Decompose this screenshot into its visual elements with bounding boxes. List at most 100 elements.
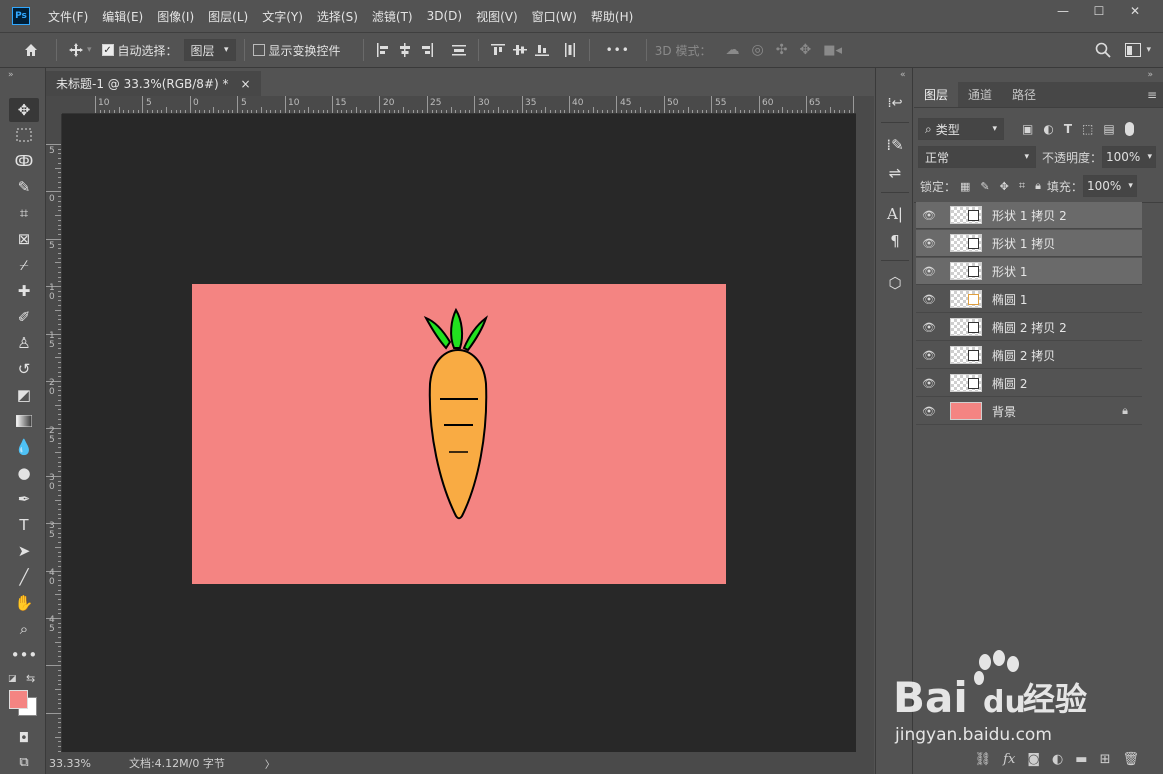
- eye-icon[interactable]: 👁︎: [916, 237, 942, 250]
- minimize-button[interactable]: —: [1045, 2, 1081, 20]
- history-brush-tool[interactable]: ↺: [9, 357, 39, 381]
- vertical-scrollbar[interactable]: [856, 96, 874, 752]
- align-right-icon[interactable]: [416, 39, 438, 61]
- align-middle-v-icon[interactable]: [509, 39, 531, 61]
- paragraph-panel-icon[interactable]: ¶: [884, 230, 906, 252]
- layer-row[interactable]: 👁︎ 椭圆 2: [916, 370, 1142, 397]
- eye-icon[interactable]: 👁︎: [916, 265, 942, 278]
- new-adjustment-icon[interactable]: ◐: [1052, 752, 1063, 767]
- eyedropper-tool[interactable]: ⌿: [9, 253, 39, 277]
- 3d-slide-icon[interactable]: ✥: [799, 42, 811, 58]
- clone-stamp-tool[interactable]: ♙: [9, 331, 39, 355]
- type-filter-icon[interactable]: T: [1064, 122, 1072, 136]
- quick-mask-icon[interactable]: ◘: [9, 726, 39, 750]
- distribute-v-icon[interactable]: [559, 39, 581, 61]
- menu-filter[interactable]: 滤镜(T): [372, 8, 413, 25]
- panel-menu-icon[interactable]: ≡: [1147, 88, 1157, 102]
- filter-toggle[interactable]: [1124, 122, 1134, 136]
- tab-channels[interactable]: 通道: [958, 82, 1003, 107]
- chevron-down-icon[interactable]: ▾: [87, 45, 92, 55]
- menu-edit[interactable]: 编辑(E): [102, 8, 143, 25]
- shape-filter-icon[interactable]: ⬚: [1082, 122, 1093, 136]
- lock-transparency-icon[interactable]: ▦: [960, 180, 970, 193]
- blur-tool[interactable]: 💧: [9, 435, 39, 459]
- layer-row[interactable]: 👁︎ 背景 🔒︎: [916, 398, 1142, 425]
- lock-position-icon[interactable]: ✥: [1000, 180, 1009, 193]
- character-panel-icon[interactable]: A|: [884, 203, 906, 225]
- align-left-icon[interactable]: [372, 39, 394, 61]
- quick-select-tool[interactable]: ✎: [9, 175, 39, 199]
- 3d-pan-icon[interactable]: ✣: [776, 42, 788, 58]
- marquee-tool[interactable]: [9, 123, 39, 147]
- zoom-level[interactable]: 33.33%: [49, 757, 91, 770]
- lock-icon[interactable]: 🔒︎: [1122, 404, 1128, 418]
- menu-image[interactable]: 图像(I): [157, 8, 194, 25]
- tab-layers[interactable]: 图层: [914, 82, 959, 107]
- swap-colors-icon[interactable]: ⇆: [26, 672, 35, 685]
- history-panel-icon[interactable]: ⁞↩: [884, 92, 906, 114]
- status-arrow-icon[interactable]: 〉: [265, 756, 275, 771]
- add-mask-icon[interactable]: ◙: [1027, 752, 1040, 767]
- menu-help[interactable]: 帮助(H): [591, 8, 633, 25]
- layer-row[interactable]: 👁︎ 形状 1: [916, 258, 1142, 285]
- eye-icon[interactable]: 👁︎: [916, 321, 942, 334]
- type-tool[interactable]: T: [9, 513, 39, 537]
- align-bottom-icon[interactable]: [531, 39, 553, 61]
- close-icon[interactable]: ×: [241, 77, 251, 91]
- brush-settings-icon[interactable]: ⁞✎: [884, 134, 906, 156]
- collapse-icon[interactable]: «: [900, 70, 906, 80]
- eye-icon[interactable]: 👁︎: [916, 405, 942, 418]
- filter-kind-dropdown[interactable]: ⌕ 类型 ▾: [918, 118, 1004, 140]
- lock-all-icon[interactable]: 🔒︎: [1035, 179, 1041, 193]
- show-transform-checkbox[interactable]: [252, 44, 265, 56]
- distribute-icon[interactable]: [448, 39, 470, 61]
- more-options-button[interactable]: •••: [606, 43, 630, 57]
- menu-file[interactable]: 文件(F): [48, 8, 88, 25]
- eye-icon[interactable]: 👁︎: [916, 293, 942, 306]
- move-tool[interactable]: ✥: [9, 98, 39, 122]
- workspace-icon[interactable]: [1122, 39, 1144, 61]
- opacity-input[interactable]: 100% ▾: [1102, 146, 1157, 168]
- home-icon[interactable]: [20, 39, 42, 61]
- tab-paths[interactable]: 路径: [1002, 82, 1047, 107]
- layer-row[interactable]: 👁︎ 椭圆 2 拷贝 2: [916, 314, 1142, 341]
- fx-icon[interactable]: fx: [1003, 752, 1015, 767]
- document-tab[interactable]: 未标题-1 @ 33.3%(RGB/8#) * ×: [46, 71, 261, 96]
- layer-row[interactable]: 👁︎ 形状 1 拷贝 2: [916, 202, 1142, 229]
- path-selection-tool[interactable]: ➤: [9, 539, 39, 563]
- menu-layer[interactable]: 图层(L): [208, 8, 248, 25]
- brush-tool[interactable]: ✐: [9, 305, 39, 329]
- eye-icon[interactable]: 👁︎: [916, 377, 942, 390]
- 3d-camera-icon[interactable]: ■◂: [823, 43, 842, 58]
- hand-tool[interactable]: ✋: [9, 591, 39, 615]
- 3d-orbit-icon[interactable]: ☁: [726, 42, 740, 58]
- screen-mode-icon[interactable]: ⧉: [9, 750, 39, 774]
- pen-tool[interactable]: ✒: [9, 487, 39, 511]
- layer-row[interactable]: 👁︎ 形状 1 拷贝: [916, 230, 1142, 257]
- menu-3d[interactable]: 3D(D): [427, 9, 462, 23]
- lasso-tool[interactable]: ↂ: [9, 149, 39, 173]
- line-tool[interactable]: ╱: [9, 565, 39, 589]
- lock-pixels-icon[interactable]: ✎: [980, 180, 989, 193]
- close-button[interactable]: ✕: [1117, 2, 1153, 20]
- default-colors-icon[interactable]: ◪: [8, 674, 17, 684]
- maximize-button[interactable]: ☐: [1081, 2, 1117, 20]
- adjustment-filter-icon[interactable]: ◐: [1043, 122, 1053, 136]
- blend-mode-dropdown[interactable]: 正常 ▾: [918, 146, 1036, 168]
- gradient-tool[interactable]: [9, 409, 39, 433]
- document-canvas[interactable]: [192, 284, 726, 584]
- layer-row[interactable]: 👁︎ 椭圆 2 拷贝: [916, 342, 1142, 369]
- frame-tool[interactable]: ⊠: [9, 227, 39, 251]
- healing-brush-tool[interactable]: ✚: [9, 279, 39, 303]
- lock-artboard-icon[interactable]: ⌗: [1019, 179, 1025, 193]
- menu-window[interactable]: 窗口(W): [532, 8, 577, 25]
- collapse-icon[interactable]: »: [1147, 70, 1153, 80]
- eye-icon[interactable]: 👁︎: [916, 349, 942, 362]
- smart-object-filter-icon[interactable]: ▤: [1103, 122, 1114, 136]
- new-group-icon[interactable]: ▬: [1075, 752, 1087, 767]
- zoom-tool[interactable]: ⌕: [9, 617, 39, 641]
- auto-select-checkbox[interactable]: ✓: [101, 44, 114, 56]
- align-center-h-icon[interactable]: [394, 39, 416, 61]
- eye-icon[interactable]: 👁︎: [916, 209, 942, 222]
- more-tools[interactable]: •••: [9, 643, 39, 667]
